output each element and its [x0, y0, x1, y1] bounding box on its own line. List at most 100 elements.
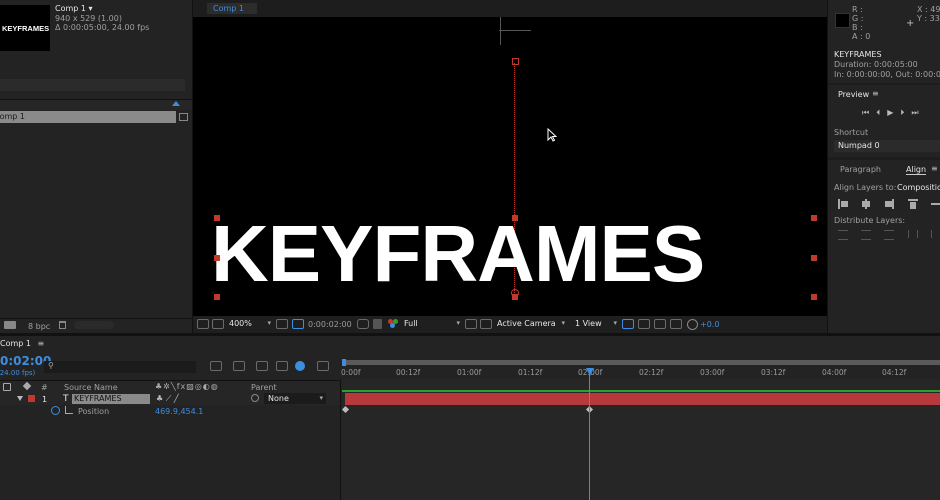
- preview-controls: ⏮⏴▶⏵⏭: [862, 108, 926, 118]
- canvas-text[interactable]: KEYFRAMES: [211, 206, 705, 302]
- sort-arrow-icon[interactable]: [172, 101, 180, 106]
- hamburger-icon[interactable]: ≡: [872, 89, 879, 98]
- camera-dropdown[interactable]: Active Camera ▾: [497, 319, 567, 329]
- parent-dropdown[interactable]: None ▾: [264, 393, 326, 404]
- timeline-tab-label: Comp 1: [0, 339, 31, 348]
- align-hcenter-icon[interactable]: [861, 199, 871, 209]
- preview-title[interactable]: Preview: [838, 90, 869, 99]
- frame-blending-icon[interactable]: [276, 361, 288, 371]
- align-right-icon[interactable]: [884, 199, 894, 209]
- bpc-label[interactable]: 8 bpc: [28, 322, 50, 331]
- graph-icon[interactable]: [65, 406, 73, 414]
- align-to-dropdown[interactable]: Composition: [897, 183, 940, 192]
- camera-snapshot-icon[interactable]: [357, 319, 369, 329]
- project-search-field[interactable]: [0, 79, 185, 91]
- hamburger-icon[interactable]: ≡: [931, 164, 938, 173]
- layer-index: 1: [42, 395, 48, 404]
- ruler-tick-3: 01:12f: [518, 368, 543, 377]
- transparency-grid-icon[interactable]: [480, 319, 492, 329]
- zoom-dropdown[interactable]: 400% ▾: [229, 319, 273, 329]
- project-comp-name[interactable]: Comp 1 ▾: [55, 4, 93, 13]
- bbox-handle-tr[interactable]: [811, 215, 817, 221]
- timeline-search-field[interactable]: ⚲: [44, 361, 196, 373]
- stopwatch-icon[interactable]: [51, 406, 60, 415]
- distribute-left-icon[interactable]: [908, 230, 918, 238]
- bbox-handle-ml[interactable]: [214, 255, 220, 261]
- region-of-interest-icon[interactable]: [292, 319, 304, 329]
- bbox-handle-tm[interactable]: [512, 215, 518, 221]
- motion-path-start-keyframe[interactable]: [512, 58, 519, 65]
- reset-exposure-icon[interactable]: [687, 319, 698, 330]
- trash-icon[interactable]: [59, 321, 66, 329]
- property-value[interactable]: 469.9,454.1: [155, 407, 203, 416]
- bbox-handle-tl[interactable]: [214, 215, 220, 221]
- grid-icon[interactable]: [276, 319, 288, 329]
- play-icon[interactable]: ▶: [887, 108, 900, 117]
- motion-blur-icon[interactable]: [295, 361, 305, 371]
- layer-duration-bar[interactable]: [345, 393, 940, 405]
- ruler-tick-8: 04:00f: [822, 368, 847, 377]
- exposure-value[interactable]: +0.0: [700, 320, 719, 329]
- toggle-pixel-aspect-icon[interactable]: [622, 319, 634, 329]
- property-name: Position: [78, 407, 110, 416]
- distribute-vcenter-icon[interactable]: [861, 230, 871, 240]
- distribute-icons: [838, 230, 940, 240]
- interpret-footage-icon[interactable]: [4, 321, 16, 329]
- tab-paragraph[interactable]: Paragraph: [840, 165, 881, 174]
- composition-canvas[interactable]: KEYFRAMES: [193, 17, 827, 316]
- last-frame-icon[interactable]: ⏭: [911, 108, 925, 117]
- timeline-tab[interactable]: Comp 1 ≡: [0, 339, 44, 348]
- align-top-icon[interactable]: [908, 199, 918, 209]
- flowchart-icon[interactable]: [179, 113, 188, 121]
- show-snapshot-icon[interactable]: [373, 319, 382, 329]
- pickwhip-icon[interactable]: [251, 394, 259, 402]
- tab-align[interactable]: Align: [906, 165, 927, 175]
- thumbnail-text: KEYFRAMES: [2, 24, 50, 33]
- render-preview-icon[interactable]: [638, 319, 650, 329]
- shortcut-dropdown[interactable]: Numpad 0: [834, 140, 940, 152]
- tab-align-label: Align: [906, 165, 927, 174]
- work-area-bar[interactable]: [342, 360, 940, 365]
- timeline-link-icon[interactable]: [654, 319, 666, 329]
- playhead-handle[interactable]: [586, 368, 594, 376]
- project-list-item[interactable]: Comp 1: [0, 111, 176, 123]
- text-layer-icon: T: [63, 394, 69, 404]
- resolution-dropdown[interactable]: Full ▾: [404, 319, 462, 329]
- align-vcenter-icon[interactable]: [931, 199, 940, 209]
- prev-frame-icon[interactable]: ⏴: [876, 108, 887, 117]
- layer-label-color[interactable]: [28, 395, 35, 402]
- distribute-hcenter-icon[interactable]: [931, 230, 940, 238]
- info-g: G :: [852, 14, 864, 23]
- project-scroll-track[interactable]: [74, 321, 114, 329]
- bbox-handle-mr[interactable]: [811, 255, 817, 261]
- views-dropdown[interactable]: 1 View ▾: [575, 319, 619, 329]
- current-time-display[interactable]: 0:00:02:00: [308, 320, 352, 329]
- distribute-top-icon[interactable]: [838, 230, 848, 240]
- comp-mini-flowchart-icon[interactable]: [210, 361, 222, 371]
- first-frame-icon[interactable]: ⏮: [862, 108, 876, 117]
- bbox-handle-bl[interactable]: [214, 294, 220, 300]
- align-left-icon[interactable]: [838, 199, 848, 209]
- viewer-tab[interactable]: Comp 1: [207, 3, 257, 14]
- hamburger-icon[interactable]: ≡: [38, 339, 45, 348]
- anchor-point-icon[interactable]: [511, 289, 519, 297]
- flowchart-view-icon[interactable]: [670, 319, 682, 329]
- fast-previews-icon[interactable]: [465, 319, 477, 329]
- expand-arrow-icon[interactable]: [17, 396, 23, 401]
- zoom-value: 400%: [229, 319, 252, 328]
- distribute-bottom-icon[interactable]: [884, 230, 894, 240]
- mask-visibility-icon[interactable]: [212, 319, 224, 329]
- work-area-start-handle[interactable]: [342, 359, 346, 366]
- draft-3d-icon[interactable]: [233, 361, 245, 371]
- column-source-name[interactable]: Source Name: [64, 383, 118, 392]
- align-to-label: Align Layers to:: [834, 183, 897, 192]
- channel-color-icon[interactable]: [388, 319, 398, 329]
- graph-editor-icon[interactable]: [317, 361, 329, 371]
- next-frame-icon[interactable]: ⏵: [900, 108, 911, 117]
- layer-name-field[interactable]: KEYFRAMES: [72, 394, 150, 404]
- layer-switches[interactable]: ♣ ⟋ ╱: [156, 394, 179, 404]
- shy-layers-icon[interactable]: [256, 361, 268, 371]
- always-preview-icon[interactable]: [197, 319, 209, 329]
- bbox-handle-br[interactable]: [811, 294, 817, 300]
- playhead-line[interactable]: [589, 368, 590, 500]
